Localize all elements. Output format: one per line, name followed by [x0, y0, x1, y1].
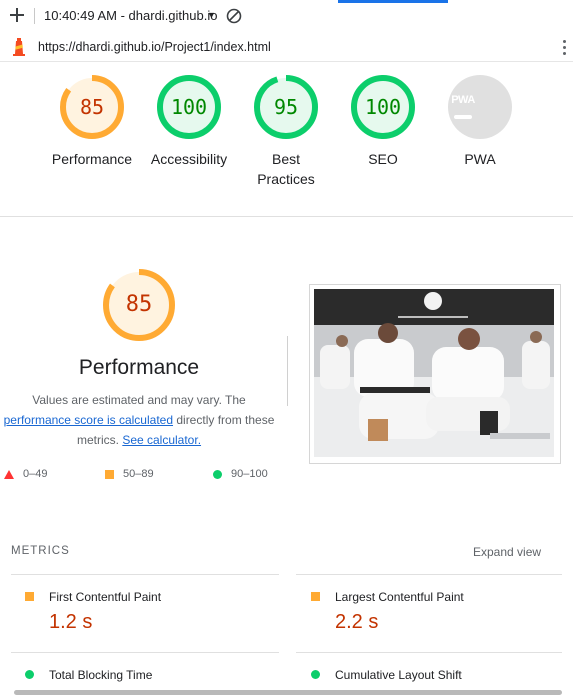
blocked-icon[interactable]: [226, 8, 242, 24]
gauge-seo[interactable]: 100 SEO: [333, 74, 433, 169]
more-menu-icon[interactable]: [561, 40, 567, 56]
chevron-down-icon[interactable]: ▼: [207, 10, 216, 20]
legend-fail: 0–49: [4, 468, 47, 480]
circle-icon: [311, 670, 320, 679]
metric-label: First Contentful Paint: [49, 590, 162, 604]
horizontal-scrollbar[interactable]: [14, 690, 562, 695]
performance-title: Performance: [78, 356, 200, 379]
performance-score: 85: [125, 292, 153, 317]
toolbar-divider: [34, 8, 35, 24]
metric-divider: [11, 574, 279, 575]
expand-view-button[interactable]: Expand view: [473, 545, 541, 559]
gauge-pwa[interactable]: PWA PWA: [430, 74, 530, 169]
active-tab-indicator: [338, 0, 448, 3]
gauge-performance[interactable]: 85 Performance: [42, 74, 142, 169]
score-gauges: 85 Performance 100 Accessibility 95 Best…: [0, 74, 573, 204]
metrics-heading: METRICS: [11, 545, 70, 557]
legend-range: 0–49: [23, 468, 48, 480]
square-icon: [25, 592, 34, 601]
gauge-best-practices[interactable]: 95 Best Practices: [236, 74, 336, 189]
lighthouse-icon: [13, 38, 25, 56]
url-bar: https://dhardi.github.io/Project1/index.…: [0, 33, 573, 62]
legend-pass: 90–100: [213, 468, 268, 480]
gauge-score: 95: [273, 95, 299, 119]
gauge-label: Accessibility: [150, 151, 228, 167]
pwa-dash-icon: [454, 115, 472, 119]
gauge-score: 100: [364, 95, 402, 119]
metric-label: Cumulative Layout Shift: [335, 668, 462, 682]
gauge-accessibility[interactable]: 100 Accessibility: [139, 74, 239, 169]
metric-divider: [296, 652, 562, 653]
vertical-divider: [287, 336, 288, 406]
gauge-label: Best Practices: [257, 151, 315, 187]
section-divider: [0, 216, 573, 217]
see-calculator-link[interactable]: See calculator.: [122, 433, 201, 447]
metric-label: Total Blocking Time: [49, 668, 153, 682]
metric-value: 1.2 s: [49, 611, 93, 633]
page-url[interactable]: https://dhardi.github.io/Project1/index.…: [38, 40, 271, 54]
triangle-icon: [4, 469, 14, 479]
report-timestamp-host[interactable]: 10:40:49 AM - dhardi.github.io: [44, 8, 217, 23]
performance-description: Values are estimated and may vary. The p…: [0, 390, 278, 450]
legend-average: 50–89: [105, 468, 154, 480]
metric-label: Largest Contentful Paint: [335, 590, 464, 604]
square-icon: [311, 592, 320, 601]
gauge-score: 100: [170, 95, 208, 119]
legend-range: 50–89: [123, 468, 154, 480]
final-screenshot[interactable]: [314, 289, 554, 457]
metric-value: 2.2 s: [335, 611, 379, 633]
metric-divider: [11, 652, 279, 653]
pwa-badge-text: PWA: [451, 94, 475, 106]
plus-icon[interactable]: [8, 6, 26, 24]
score-calculated-link[interactable]: performance score is calculated: [4, 413, 173, 427]
metric-divider: [296, 574, 562, 575]
gauge-label: Performance: [51, 151, 133, 167]
gauge-label: SEO: [368, 151, 398, 167]
circle-icon: [25, 670, 34, 679]
desc-text: Values are estimated and may vary. The: [32, 393, 246, 407]
gauge-score: 85: [79, 95, 105, 119]
gauge-label: PWA: [464, 151, 496, 167]
square-icon: [105, 469, 114, 479]
tab-strip: 10:40:49 AM - dhardi.github.io ▼: [0, 0, 573, 34]
screenshot-image: [314, 289, 554, 457]
pwa-badge-icon: [448, 75, 512, 139]
legend-range: 90–100: [231, 468, 268, 480]
circle-icon: [213, 469, 222, 479]
